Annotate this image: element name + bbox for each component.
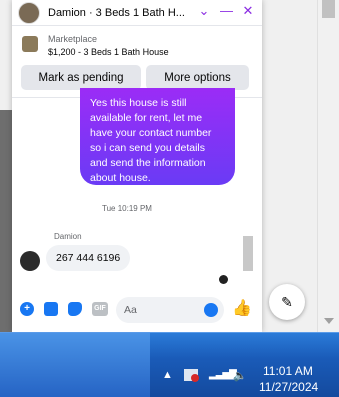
contact-avatar[interactable] — [18, 1, 40, 24]
plus-icon[interactable]: + — [20, 302, 34, 316]
sender-avatar[interactable] — [20, 251, 40, 271]
clock-date[interactable]: 11/27/2024 — [259, 380, 318, 394]
network-signal-icon[interactable]: ▂▃▅▇ — [209, 369, 237, 380]
page-left-edge — [0, 110, 12, 332]
page-background — [262, 0, 317, 332]
message-timestamp: Tue 10:19 PM — [102, 204, 152, 213]
chat-header[interactable]: Damion · 3 Beds 1 Bath H... ⌄ — ✕ — [12, 0, 262, 26]
page-scrollbar[interactable] — [317, 0, 339, 332]
gif-icon[interactable]: GIF — [92, 302, 108, 316]
chevron-down-icon[interactable]: ⌄ — [198, 3, 210, 19]
sticker-icon[interactable] — [68, 302, 82, 316]
thumbs-up-icon[interactable]: 👍 — [232, 300, 252, 318]
chat-scrollbar-thumb[interactable] — [243, 236, 253, 271]
photo-icon[interactable] — [44, 302, 58, 316]
more-options-button[interactable]: More options — [146, 65, 249, 90]
scrollbar-thumb[interactable] — [322, 0, 335, 18]
volume-icon[interactable]: 🔈 — [233, 369, 247, 382]
message-list: Yes this house is still available for re… — [12, 88, 262, 294]
action-center-flag-icon[interactable] — [184, 369, 199, 382]
listing-description[interactable]: $1,200 - 3 Beds 1 Bath House — [48, 47, 169, 57]
listing-source: Marketplace — [48, 34, 98, 44]
listing-thumbnail[interactable] — [22, 36, 38, 52]
clock-time[interactable]: 11:01 AM — [263, 364, 313, 378]
taskbar: ▲ ▂▃▅▇ 🔈 11:01 AM 11/27/2024 — [0, 332, 339, 397]
compose-icon: ✎ — [281, 293, 293, 310]
new-message-button[interactable]: ✎ — [269, 284, 305, 320]
mark-as-pending-button[interactable]: Mark as pending — [21, 65, 141, 90]
message-input[interactable]: Aa — [116, 297, 224, 323]
chat-title[interactable]: Damion · 3 Beds 1 Bath H... — [48, 7, 188, 19]
chat-window: Damion · 3 Beds 1 Bath H... ⌄ — ✕ Market… — [12, 0, 262, 332]
close-icon[interactable]: ✕ — [242, 3, 254, 19]
message-composer: + GIF Aa 👍 — [12, 294, 262, 324]
scroll-down-arrow-icon[interactable] — [324, 318, 334, 324]
sender-name: Damion — [54, 232, 82, 241]
message-input-placeholder: Aa — [124, 304, 137, 316]
minimize-icon[interactable]: — — [220, 3, 233, 19]
show-hidden-icons-icon[interactable]: ▲ — [162, 369, 173, 381]
taskbar-app-area[interactable] — [0, 333, 150, 397]
incoming-message: 267 444 6196 — [46, 245, 131, 271]
emoji-icon[interactable] — [204, 303, 218, 317]
outgoing-message: Yes this house is still available for re… — [80, 88, 235, 185]
read-receipt-avatar — [219, 275, 228, 284]
